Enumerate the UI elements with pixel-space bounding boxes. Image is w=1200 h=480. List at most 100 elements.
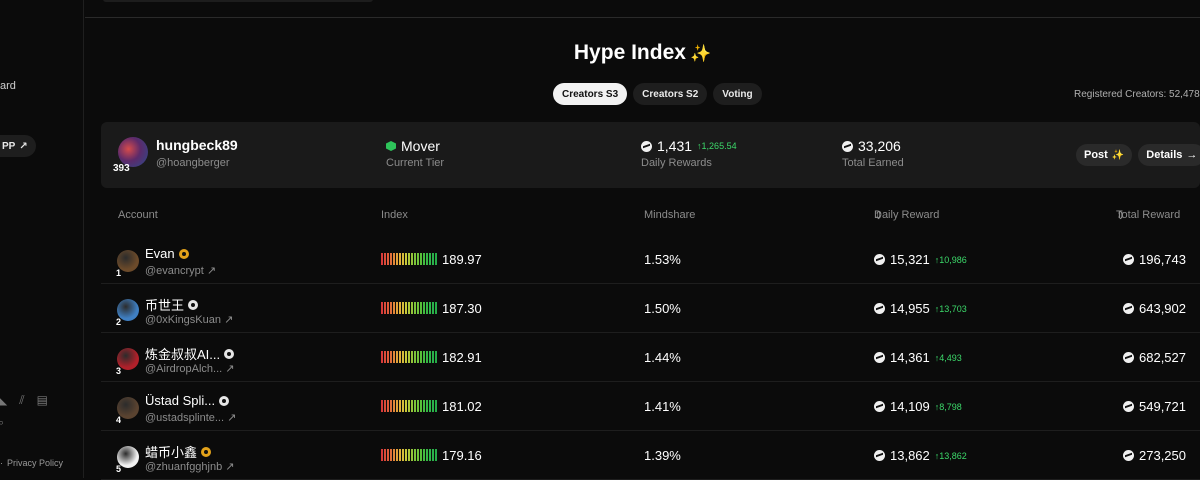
table-row[interactable]: 5 蜡币小鑫 @zhuanfgghjnb ↗ 179.16 1.39% 13,862 ↑13… bbox=[101, 432, 1200, 480]
daily-rewards-delta-value: 1,265.54 bbox=[701, 141, 737, 151]
index-bar-segment bbox=[432, 351, 434, 363]
tier-label: Current Tier bbox=[386, 157, 445, 169]
account-handle[interactable]: @ustadsplinte... ↗ bbox=[145, 411, 236, 424]
daily-reward-amount: 15,321 bbox=[890, 252, 930, 267]
index-bar-segment bbox=[432, 253, 434, 265]
sidebar-item-label[interactable]: ard bbox=[0, 80, 16, 92]
account-name[interactable]: 炼金叔叔AI... bbox=[145, 344, 235, 363]
verified-badge-icon bbox=[201, 446, 212, 457]
docs-icon[interactable]: ▤ bbox=[37, 393, 48, 408]
lock-icon[interactable]: ⌕ bbox=[0, 417, 4, 430]
tab-creators-s3[interactable]: Creators S3 bbox=[553, 83, 628, 105]
index-bar-segment bbox=[426, 449, 428, 461]
rank-number: 5 bbox=[116, 464, 122, 474]
account-handle[interactable]: @0xKingsKuan ↗ bbox=[145, 313, 233, 326]
index-bar-segment bbox=[387, 351, 389, 363]
daily-reward-delta: ↑4,493 bbox=[934, 352, 962, 363]
table-row[interactable]: 1 Evan @evancrypt ↗ 189.97 1.53% 15,321 ↑10,98… bbox=[101, 236, 1200, 284]
account-handle[interactable]: @AirdropAlch... ↗ bbox=[145, 362, 234, 375]
verified-badge-icon bbox=[219, 395, 230, 406]
index-bar-segment bbox=[435, 400, 437, 412]
app-pill-button[interactable]: PP ↗ bbox=[0, 135, 36, 157]
daily-reward-amount: 14,361 bbox=[890, 350, 930, 365]
index-bar-segment bbox=[381, 302, 383, 314]
index-bar-segment bbox=[435, 449, 437, 461]
mirror-icon[interactable]: ⫽ bbox=[19, 393, 24, 408]
index-bar bbox=[381, 302, 437, 314]
index-bar-segment bbox=[402, 302, 404, 314]
details-button[interactable]: Details → bbox=[1138, 144, 1200, 166]
index-bar-segment bbox=[411, 400, 413, 412]
index-bar-segment bbox=[387, 449, 389, 461]
sort-icon: ⇕ bbox=[874, 210, 884, 222]
index-value: 187.30 bbox=[442, 301, 482, 316]
coin-icon bbox=[641, 140, 652, 152]
daily-reward-delta: ↑13,703 bbox=[934, 303, 967, 314]
index-bar-segment bbox=[423, 400, 425, 412]
header-index: Index bbox=[381, 209, 408, 221]
arrow-up-right-icon: ↗ bbox=[206, 265, 217, 277]
index-bar-segment bbox=[417, 302, 419, 314]
sparkle-icon: ✨ bbox=[689, 44, 712, 63]
privacy-policy-link[interactable]: Privacy Policy bbox=[7, 458, 63, 468]
index-bar-segment bbox=[399, 302, 401, 314]
index-bar-segment bbox=[429, 253, 431, 265]
sidebar: ard PP ↗ ◣ ⫽ ▤ ⌕ · Privacy Policy bbox=[0, 0, 84, 478]
total-reward-value: 682,527 bbox=[1123, 350, 1186, 365]
account-name[interactable]: Üstad Spli... bbox=[145, 393, 230, 408]
coin-icon bbox=[1123, 450, 1134, 461]
tab-voting[interactable]: Voting bbox=[713, 83, 762, 105]
total-earned-label: Total Earned bbox=[842, 157, 904, 169]
mindshare-value: 1.41% bbox=[644, 399, 681, 414]
verified-badge-icon bbox=[224, 348, 235, 359]
rank-number: 3 bbox=[116, 366, 122, 376]
index-bar-segment bbox=[435, 302, 437, 314]
index-bar bbox=[381, 253, 437, 265]
index-value: 179.16 bbox=[442, 448, 482, 463]
account-handle-text: @ustadsplinte... bbox=[145, 412, 225, 424]
account-handle[interactable]: @evancrypt ↗ bbox=[145, 264, 216, 277]
index-bar-segment bbox=[393, 253, 395, 265]
index-bar-segment bbox=[426, 351, 428, 363]
index-bar-segment bbox=[411, 351, 413, 363]
table-row[interactable]: 4 Üstad Spli... @ustadsplinte... ↗ 181.02 1.… bbox=[101, 383, 1200, 431]
total-reward-value: 273,250 bbox=[1123, 448, 1186, 463]
index-bar-segment bbox=[405, 400, 407, 412]
arrow-up-right-icon: ↗ bbox=[224, 314, 234, 326]
index-bar-segment bbox=[414, 351, 416, 363]
account-name[interactable]: Evan bbox=[145, 246, 189, 261]
index-bar-segment bbox=[408, 400, 410, 412]
daily-reward-value: 14,361 ↑4,493 bbox=[874, 350, 962, 365]
account-name[interactable]: 蜡币小鑫 bbox=[145, 442, 212, 461]
post-button[interactable]: Post ✨ bbox=[1076, 144, 1133, 166]
account-name-text: 蜡币小鑫 bbox=[145, 445, 198, 460]
tab-creators-s2[interactable]: Creators S2 bbox=[633, 83, 708, 105]
index-bar-segment bbox=[423, 351, 425, 363]
coin-icon bbox=[874, 303, 885, 314]
index-bar-segment bbox=[384, 253, 386, 265]
account-handle[interactable]: @zhuanfgghjnb ↗ bbox=[145, 460, 235, 473]
index-bar-segment bbox=[426, 302, 428, 314]
verified-badge-icon bbox=[178, 248, 189, 259]
index-bar-segment bbox=[381, 351, 383, 363]
my-rank-badge: 393 bbox=[113, 163, 130, 174]
account-name-text: 炼金叔叔AI... bbox=[145, 347, 221, 362]
daily-reward-value: 15,321 ↑10,986 bbox=[874, 252, 967, 267]
total-reward-value: 196,743 bbox=[1123, 252, 1186, 267]
index-bar-segment bbox=[414, 449, 416, 461]
table-row[interactable]: 2 币世王 @0xKingsKuan ↗ 187.30 1.50% 14,955 ↑13,7… bbox=[101, 285, 1200, 333]
account-name[interactable]: 币世王 bbox=[145, 295, 199, 314]
footer-separator: · bbox=[0, 458, 3, 468]
index-bar-segment bbox=[390, 449, 392, 461]
my-name[interactable]: hungbeck89 bbox=[156, 137, 238, 153]
index-value: 189.97 bbox=[442, 252, 482, 267]
daily-reward-delta-value: 10,986 bbox=[939, 254, 967, 265]
table-header: Account Index Mindshare Daily Reward ⇕ T… bbox=[85, 209, 1200, 223]
table-row[interactable]: 3 炼金叔叔AI... @AirdropAlch... ↗ 182.91 1.44% 14… bbox=[101, 334, 1200, 382]
search-bar-fragment[interactable] bbox=[103, 0, 373, 2]
sort-icon: ⇕ bbox=[1116, 210, 1126, 222]
index-bar-segment bbox=[411, 253, 413, 265]
index-bar-segment bbox=[396, 253, 398, 265]
telegram-icon[interactable]: ◣ bbox=[0, 393, 7, 408]
index-bar-segment bbox=[408, 253, 410, 265]
